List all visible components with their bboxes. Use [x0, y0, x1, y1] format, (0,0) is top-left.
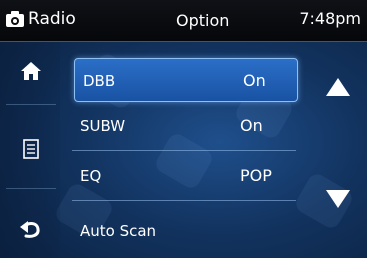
option-row-subw[interactable]: SUBW On: [72, 104, 296, 151]
menu-button[interactable]: [10, 128, 52, 170]
option-label: Auto Scan: [80, 222, 157, 240]
option-list: DBB On SUBW On EQ POP Auto Scan: [68, 42, 300, 258]
radio-option-screen: Radio Option 7:48pm DBB On SUBW On EQ PO…: [0, 0, 367, 258]
option-value: On: [240, 116, 263, 135]
back-icon: [20, 221, 40, 238]
option-row-eq[interactable]: EQ POP: [72, 154, 296, 201]
source-title: Radio: [28, 9, 76, 29]
scroll-down-icon[interactable]: [324, 188, 352, 210]
radio-source-icon: [6, 11, 24, 27]
option-label: SUBW: [80, 117, 126, 135]
home-icon: [21, 62, 41, 80]
option-row-dbb[interactable]: DBB On: [74, 58, 298, 102]
option-value: On: [243, 71, 266, 90]
header-bar: Radio Option 7:48pm: [0, 0, 367, 42]
option-label: EQ: [80, 167, 102, 185]
back-button[interactable]: [10, 208, 52, 250]
sidebar-divider: [6, 104, 56, 105]
list-icon: [23, 139, 39, 159]
option-label: DBB: [83, 72, 116, 90]
option-value: POP: [240, 166, 272, 185]
scroll-up-icon[interactable]: [324, 76, 352, 98]
clock: 7:48pm: [299, 9, 361, 28]
sidebar-divider: [6, 188, 56, 189]
page-title: Option: [176, 11, 230, 30]
sidebar: [0, 42, 60, 258]
option-row-auto-scan[interactable]: Auto Scan: [72, 204, 296, 250]
home-button[interactable]: [10, 50, 52, 92]
